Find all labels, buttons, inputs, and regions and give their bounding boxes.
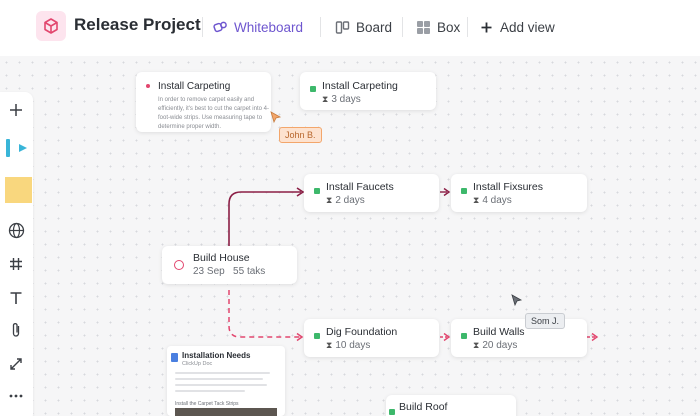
milestone-card-build-house[interactable]: Build House 23 Sep 55 taks bbox=[162, 246, 297, 284]
task-name: Install Fixsures bbox=[473, 181, 544, 193]
doc-image bbox=[175, 408, 277, 416]
hourglass-icon: ⧗ bbox=[326, 195, 333, 205]
left-toolbar bbox=[0, 92, 33, 416]
hash-icon[interactable] bbox=[4, 252, 28, 276]
task-card-build-walls[interactable]: Build Walls ⧗ 20 days bbox=[451, 319, 587, 357]
cursor-pointer-icon bbox=[511, 294, 523, 312]
task-name: Build Walls bbox=[473, 326, 525, 338]
attachment-icon[interactable] bbox=[4, 318, 28, 342]
divider bbox=[202, 17, 203, 37]
divider bbox=[467, 17, 468, 37]
plus-icon[interactable] bbox=[4, 98, 28, 122]
add-view-label: Add view bbox=[500, 19, 555, 35]
task-duration: ⧗ 3 days bbox=[322, 94, 361, 105]
whiteboard-canvas[interactable]: Install Carpeting In order to remove car… bbox=[0, 56, 700, 416]
whiteboard-icon bbox=[212, 19, 228, 35]
hourglass-icon: ⧗ bbox=[326, 340, 333, 350]
project-title: Release Project bbox=[74, 15, 201, 34]
task-card-install-fixtures[interactable]: Install Fixsures ⧗ 4 days bbox=[451, 174, 587, 212]
tab-board-label: Board bbox=[356, 19, 393, 35]
status-square bbox=[310, 86, 316, 92]
milestone-name: Build House bbox=[193, 252, 250, 264]
note-title: Install Carpeting bbox=[158, 81, 231, 92]
more-icon[interactable] bbox=[4, 384, 28, 408]
note-card[interactable]: Install Carpeting In order to remove car… bbox=[136, 72, 271, 132]
task-name: Install Faucets bbox=[326, 181, 394, 193]
project-cube-icon[interactable] bbox=[36, 11, 66, 41]
divider bbox=[320, 17, 321, 37]
task-name: Install Carpeting bbox=[322, 80, 398, 92]
status-square bbox=[461, 333, 467, 339]
doc-item: Install the Carpet Tack Strips bbox=[175, 401, 239, 407]
doc-card-installation-needs[interactable]: Installation Needs ClickUp Doc Install t… bbox=[167, 346, 285, 416]
doc-subtitle: ClickUp Doc bbox=[182, 361, 213, 367]
tab-box[interactable]: Box bbox=[415, 17, 460, 37]
note-bullet bbox=[146, 84, 150, 88]
plus-icon bbox=[478, 19, 494, 35]
task-card-build-roof[interactable]: Build Roof bbox=[386, 395, 516, 416]
tab-whiteboard-label: Whiteboard bbox=[234, 19, 304, 35]
divider bbox=[402, 17, 403, 37]
milestone-meta: 23 Sep 55 taks bbox=[193, 266, 265, 277]
collaborator-label-som: Som J. bbox=[525, 313, 566, 329]
status-square bbox=[461, 188, 467, 194]
text-icon[interactable] bbox=[4, 286, 28, 310]
task-card-install-faucets[interactable]: Install Faucets ⧗ 2 days bbox=[304, 174, 439, 212]
box-icon bbox=[415, 19, 431, 35]
header-bar: Release Project Whiteboard Board Box Add… bbox=[0, 0, 700, 56]
milestone-circle-icon bbox=[174, 260, 184, 270]
connector-icon[interactable] bbox=[4, 352, 28, 376]
doc-icon bbox=[171, 353, 178, 362]
connector-lines bbox=[228, 187, 599, 342]
tab-whiteboard[interactable]: Whiteboard bbox=[212, 17, 303, 37]
task-duration: ⧗ 4 days bbox=[473, 195, 512, 206]
task-name: Build Roof bbox=[399, 401, 448, 413]
task-duration: ⧗ 10 days bbox=[326, 340, 371, 351]
task-card-dig-foundation[interactable]: Dig Foundation ⧗ 10 days bbox=[304, 319, 439, 357]
pen-icon[interactable] bbox=[2, 136, 32, 160]
hourglass-icon: ⧗ bbox=[473, 340, 480, 350]
hourglass-icon: ⧗ bbox=[473, 195, 480, 205]
task-duration: ⧗ 2 days bbox=[326, 195, 365, 206]
add-view-button[interactable]: Add view bbox=[478, 17, 555, 37]
globe-icon[interactable] bbox=[4, 218, 28, 242]
sticky-note-icon[interactable] bbox=[0, 175, 33, 205]
collaborator-label-john: John B. bbox=[279, 127, 322, 143]
task-name: Dig Foundation bbox=[326, 326, 398, 338]
note-body: In order to remove carpet easily and eff… bbox=[158, 97, 269, 130]
status-square bbox=[389, 409, 395, 415]
hourglass-icon: ⧗ bbox=[322, 94, 329, 104]
doc-text-preview bbox=[175, 372, 275, 396]
status-square bbox=[314, 333, 320, 339]
milestone-task-count: 55 taks bbox=[233, 266, 266, 277]
milestone-date: 23 Sep bbox=[193, 266, 225, 277]
status-square bbox=[314, 188, 320, 194]
board-icon bbox=[334, 19, 350, 35]
tab-box-label: Box bbox=[437, 19, 461, 35]
tab-board[interactable]: Board bbox=[334, 17, 392, 37]
task-card-install-carpeting[interactable]: Install Carpeting ⧗ 3 days bbox=[300, 72, 436, 110]
task-duration: ⧗ 20 days bbox=[473, 340, 518, 351]
doc-title: Installation Needs bbox=[182, 351, 251, 360]
